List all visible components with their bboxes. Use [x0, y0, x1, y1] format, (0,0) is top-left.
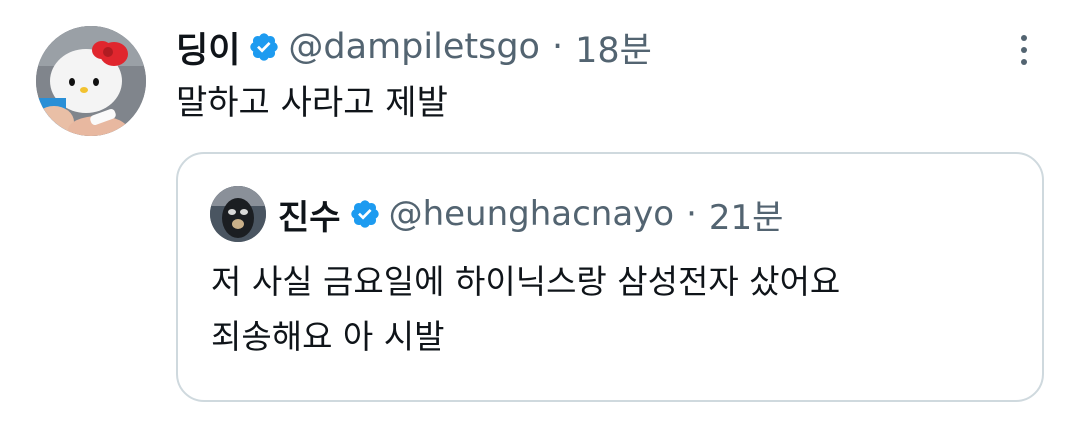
quoted-tweet-timestamp[interactable]: 21분 [709, 190, 784, 239]
quoted-author-handle[interactable]: @heunghacnayo [389, 194, 675, 234]
separator-dot: · [686, 194, 697, 234]
author-avatar[interactable] [36, 26, 146, 136]
author-handle[interactable]: @dampiletsgo [288, 27, 540, 67]
tweet-header: 딩이 @dampiletsgo · 18분 [176, 22, 652, 72]
quoted-author-display-name[interactable]: 진수 [278, 190, 341, 239]
tweet-timestamp[interactable]: 18분 [575, 22, 652, 73]
quoted-tweet-card[interactable]: 진수 @heunghacnayo · 21분 저 사실 금요일에 하이닉스랑 삼… [176, 152, 1044, 402]
more-options-icon[interactable] [1010, 30, 1038, 70]
quoted-tweet-text: 저 사실 금요일에 하이닉스랑 삼성전자 샀어요 죄송해요 아 시발 [211, 254, 840, 364]
separator-dot: · [551, 27, 564, 67]
quoted-tweet-header: 진수 @heunghacnayo · 21분 [278, 189, 783, 239]
quoted-author-avatar[interactable] [210, 186, 266, 242]
hello-kitty-avatar-icon [36, 26, 146, 136]
tweet-text: 말하고 사라고 제발 [176, 83, 448, 123]
verified-badge-icon [349, 198, 381, 230]
quoted-text-line: 죄송해요 아 시발 [211, 317, 445, 356]
quoted-text-line: 저 사실 금요일에 하이닉스랑 삼성전자 샀어요 [211, 262, 841, 301]
dark-character-avatar-icon [210, 186, 266, 242]
author-display-name[interactable]: 딩이 [176, 22, 240, 73]
tweet[interactable]: 딩이 @dampiletsgo · 18분 말하고 사라고 제발 진수 @heu… [0, 0, 1080, 424]
verified-badge-icon [248, 31, 280, 63]
